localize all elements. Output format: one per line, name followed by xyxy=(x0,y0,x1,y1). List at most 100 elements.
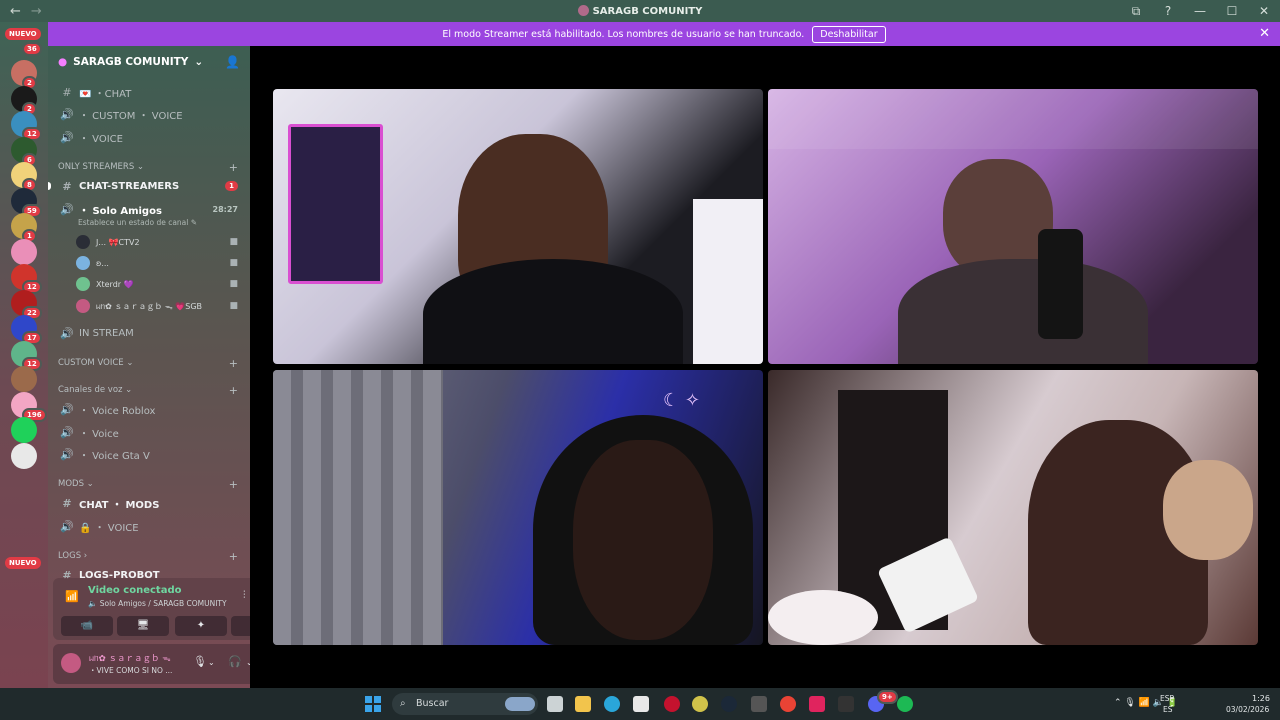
task-view-icon[interactable] xyxy=(547,696,563,712)
soundboard-button[interactable]: ✨ xyxy=(231,616,250,636)
server-icon[interactable] xyxy=(11,238,37,265)
category-only-streamers[interactable]: ONLY STREAMERS ⌄ + xyxy=(48,159,250,175)
category-logs[interactable]: LOGS › + xyxy=(48,548,250,564)
forward-arrow-icon[interactable]: → xyxy=(31,4,42,19)
clock-time[interactable]: 1:26 xyxy=(1252,694,1270,703)
steam-icon[interactable] xyxy=(721,696,737,712)
discord-notification-badge: 9+ xyxy=(877,690,898,704)
wall-image xyxy=(768,89,1258,149)
channel-label: IN STREAM xyxy=(79,327,134,339)
chevron-down-icon[interactable]: ⌄ xyxy=(208,658,215,667)
video-tile-2[interactable] xyxy=(768,89,1258,364)
server-avatar-icon xyxy=(577,5,589,16)
channel-voice[interactable]: 🔊 ・ VOICE xyxy=(48,127,250,147)
voice-user[interactable]: ʚ... ■ xyxy=(76,254,250,272)
flowers-image xyxy=(768,590,878,645)
help-icon[interactable]: ? xyxy=(1152,4,1184,18)
file-explorer-icon[interactable] xyxy=(575,696,591,712)
camera-icon: ■ xyxy=(229,279,238,289)
activities-button[interactable]: ✦ xyxy=(175,616,227,636)
tiktok-icon[interactable] xyxy=(809,696,825,712)
avatar xyxy=(76,299,90,313)
close-button[interactable]: ✕ xyxy=(1248,4,1280,18)
close-icon[interactable]: ✕ xyxy=(1259,26,1270,41)
server-boost-icon: ● xyxy=(58,56,68,68)
channel-voice-2[interactable]: 🔊 ・ Voice xyxy=(48,422,250,442)
channel-in-stream[interactable]: 🔊 IN STREAM xyxy=(48,323,250,343)
disable-streamer-button[interactable]: Deshabilitar xyxy=(812,25,886,43)
screen-share-button[interactable]: 🖥 xyxy=(117,616,169,636)
category-label: LOGS xyxy=(58,551,82,561)
unread-indicator xyxy=(48,182,51,190)
video-tile-3[interactable]: ☾ ✧ xyxy=(273,370,763,645)
channel-status-hint[interactable]: Establece un estado de canal ✎ xyxy=(78,218,197,227)
server-header[interactable]: ● SARAGB COMUNITY ⌄ 👤 xyxy=(48,46,250,78)
headphones-icon[interactable]: 🎧 xyxy=(228,655,242,668)
edge-browser-icon[interactable] xyxy=(604,696,620,712)
new-badge: NUEVO xyxy=(5,28,41,40)
app-icon[interactable] xyxy=(751,696,767,712)
discord-window: ← → SARAGB COMUNITY ⧉ ? — ☐ ✕ El modo St… xyxy=(0,0,1280,720)
store-icon[interactable] xyxy=(633,696,649,712)
user-panel: ᥕᥒ✿ ｓａｒａｇｂ ᯓ ・VIVE COMO SI NO ... 🎙 ⌄ 🎧 … xyxy=(53,644,250,684)
speaker-icon: 🔊 xyxy=(60,519,74,533)
channel-chat[interactable]: # 💌 ・CHAT xyxy=(48,82,250,102)
channel-solo-amigos[interactable]: 🔊 ・ Solo Amigos 28:27 xyxy=(48,199,250,219)
voice-user[interactable]: ᥕᥒ✿ ｓａｒａｇｂ ᯓ 💗SGB ■ xyxy=(76,297,250,315)
plus-icon[interactable]: + xyxy=(229,550,238,563)
channel-chat-mods[interactable]: # CHAT ・ MODS xyxy=(48,493,250,513)
camera-icon: ■ xyxy=(229,258,238,268)
channel-label: ・ Solo Amigos xyxy=(79,205,162,217)
search-highlight-icon[interactable] xyxy=(505,697,535,711)
speaker-icon: 🔈 xyxy=(88,599,100,608)
microphone-icon[interactable]: 🎙 xyxy=(193,655,207,668)
game-launcher-icon[interactable] xyxy=(664,696,680,712)
plus-icon[interactable]: + xyxy=(229,357,238,370)
video-tile-1[interactable] xyxy=(273,89,763,364)
signal-icon: 📶 xyxy=(65,590,79,603)
language-indicator[interactable]: ESP xyxy=(1160,694,1174,703)
back-arrow-icon[interactable]: ← xyxy=(10,4,21,19)
search-icon: ⌕ xyxy=(400,698,406,709)
channel-label: ・ Voice Roblox xyxy=(79,405,156,417)
chrome-icon[interactable] xyxy=(780,696,796,712)
channel-chat-streamers[interactable]: # CHAT-STREAMERS 1 xyxy=(48,176,250,196)
server-name: SARAGB COMUNITY xyxy=(73,56,189,68)
spotify-icon[interactable] xyxy=(897,696,913,712)
inbox-icon[interactable]: ⧉ xyxy=(1120,4,1152,19)
avatar[interactable] xyxy=(61,653,81,673)
neon-sign-image xyxy=(288,124,383,284)
camera-toggle-button[interactable]: 📹 xyxy=(61,616,113,636)
minimize-button[interactable]: — xyxy=(1184,4,1216,18)
channel-voice-gta[interactable]: 🔊 ・ Voice Gta V xyxy=(48,444,250,464)
server-icon[interactable] xyxy=(11,417,37,443)
invite-icon[interactable]: 👤 xyxy=(225,55,240,69)
plus-icon[interactable]: + xyxy=(229,161,238,174)
channel-voice-roblox[interactable]: 🔊 ・ Voice Roblox xyxy=(48,399,250,419)
server-icon[interactable] xyxy=(11,442,37,469)
hash-icon: # xyxy=(62,496,72,510)
noise-suppression-icon[interactable]: ⫶ xyxy=(243,590,246,601)
channel-custom-voice[interactable]: 🔊 ・ CUSTOM ・ VOICE xyxy=(48,104,250,124)
app-icon[interactable] xyxy=(838,696,854,712)
app-icon[interactable] xyxy=(692,696,708,712)
windows-start-icon[interactable] xyxy=(365,696,381,712)
category-label: ONLY STREAMERS xyxy=(58,162,135,172)
channel-mods-voice[interactable]: 🔊 🔒 ・ VOICE xyxy=(48,516,250,536)
voice-status-subtitle[interactable]: 🔈 Solo Amigos / SARAGB COMUNITY xyxy=(88,599,227,608)
category-mods[interactable]: MODS ⌄ + xyxy=(48,476,250,492)
voice-user-name: J... 🎀CTV2 xyxy=(96,237,140,247)
username: ᥕᥒ✿ ｓａｒａｇｂ ᯓ xyxy=(89,654,171,664)
category-canales-voz[interactable]: Canales de voz ⌄ + xyxy=(48,382,250,398)
camera-icon: ■ xyxy=(229,301,238,311)
video-tile-4[interactable] xyxy=(768,370,1258,645)
voice-user[interactable]: Xterdr 💜 ■ xyxy=(76,275,250,293)
speaker-icon: 🔊 xyxy=(60,202,74,216)
plus-icon[interactable]: + xyxy=(229,478,238,491)
plus-icon[interactable]: + xyxy=(229,384,238,397)
voice-user[interactable]: J... 🎀CTV2 ■ xyxy=(76,233,250,251)
maximize-button[interactable]: ☐ xyxy=(1216,4,1248,18)
server-icon[interactable] xyxy=(11,366,37,392)
category-custom-voice[interactable]: CUSTOM VOICE ⌄ + xyxy=(48,355,250,371)
speaker-icon: 🔊 xyxy=(60,326,74,340)
